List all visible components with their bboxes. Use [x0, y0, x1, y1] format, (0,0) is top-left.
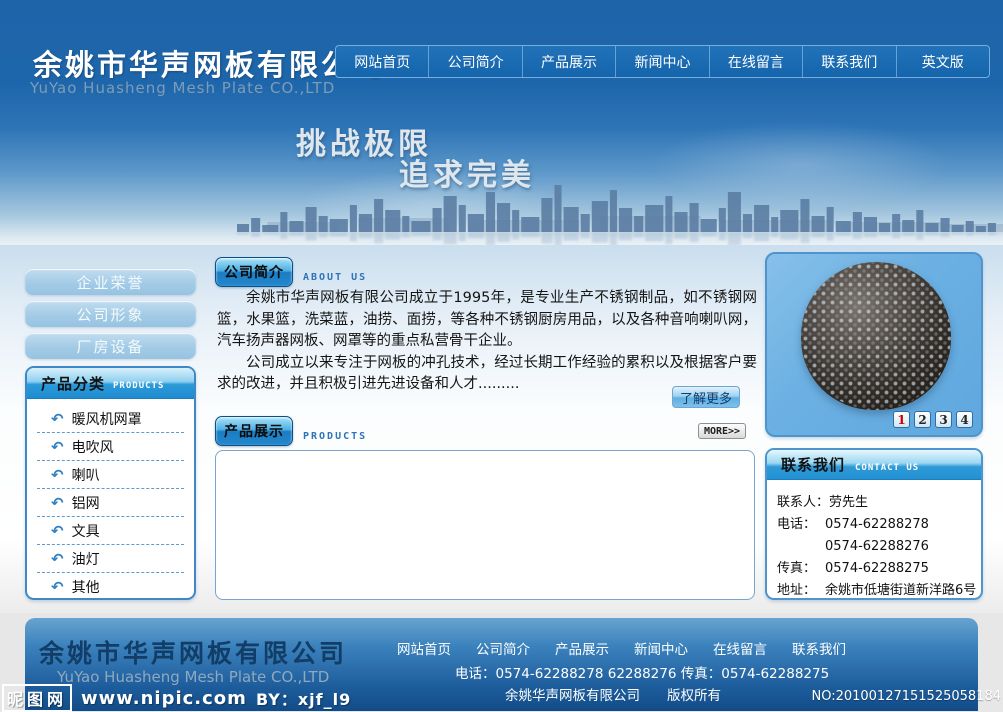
product-category-item[interactable]: ↶ 油灯 — [37, 545, 184, 573]
contact-line-label: 传真： — [777, 558, 825, 580]
footer-nav-item[interactable]: 在线留言 — [713, 638, 767, 658]
page: 余姚市华声网板有限公司 YuYao Huasheng Mesh Plate CO… — [0, 0, 1003, 711]
product-category-label: 油灯 — [72, 549, 100, 569]
product-category-label: 电吹风 — [72, 437, 114, 457]
footer-serial-number: NO:20100127151525058184 — [811, 689, 1001, 704]
footer-nav-item[interactable]: 联系我们 — [792, 638, 846, 658]
footer-copyright: 余姚华声网板有限公司 版权所有 — [505, 684, 721, 704]
product-category-label: 铝网 — [72, 493, 100, 513]
product-category-item[interactable]: ↶ 文具 — [37, 517, 184, 545]
contact-line-label: 电话： — [777, 514, 825, 536]
product-image-mesh-dome — [801, 262, 951, 410]
contact-line: 电话：0574-62288278 — [777, 514, 975, 536]
site-watermark: 昵图网 www.nipic.com BY：xjf_l9 — [2, 684, 351, 712]
product-category-title: 产品分类 — [41, 373, 105, 394]
curved-arrow-icon: ↶ — [51, 494, 64, 512]
company-intro-paragraph1: 余姚市华声网板有限公司成立于1995年，是专业生产不锈钢制品，如不锈钢网篮，水果… — [217, 288, 757, 353]
contact-line-value: 0574-62288278 — [825, 517, 929, 532]
product-category-item[interactable]: ↶ 喇叭 — [37, 461, 184, 489]
company-intro-text: 余姚市华声网板有限公司成立于1995年，是专业生产不锈钢制品，如不锈钢网篮，水果… — [217, 288, 757, 396]
product-category-item[interactable]: ↶ 暖风机网罩 — [37, 405, 184, 433]
contact-line-value: 劳先生 — [829, 495, 868, 510]
product-category-label: 其他 — [72, 577, 100, 597]
products-display-box — [215, 450, 755, 600]
contact-line-value: 余姚市低塘街道新洋路6号 — [825, 583, 976, 598]
contact-line-value: 0574-62288276 — [825, 539, 929, 554]
gallery-pagination: 1234 — [893, 411, 973, 428]
gallery-page-button[interactable]: 1 — [893, 411, 910, 428]
nav-item[interactable]: 在线留言 — [709, 46, 802, 77]
curved-arrow-icon: ↶ — [51, 550, 64, 568]
footer-navigation: 网站首页 公司简介 产品展示 新闻中心 在线留言 联系我们 — [397, 638, 846, 658]
curved-arrow-icon: ↶ — [51, 438, 64, 456]
company-logo-en: YuYao Huasheng Mesh Plate CO.,LTD — [30, 79, 335, 97]
products-section-button[interactable]: 产品展示 — [215, 416, 293, 446]
contact-panel-header: 联系我们 CONTACT US — [767, 450, 981, 480]
nav-item[interactable]: 公司简介 — [428, 46, 521, 77]
footer-nav-item[interactable]: 新闻中心 — [634, 638, 688, 658]
curved-arrow-icon: ↶ — [51, 466, 64, 484]
watermark-site-url: www.nipic.com — [81, 688, 247, 709]
contact-line: 地址：余姚市低塘街道新洋路6号 — [777, 580, 975, 600]
nav-item[interactable]: 联系我们 — [802, 46, 895, 77]
contact-line-label: 地址： — [777, 580, 825, 600]
learn-more-button[interactable]: 了解更多 — [672, 386, 740, 408]
gallery-page-button[interactable]: 4 — [956, 411, 973, 428]
product-category-label: 文具 — [72, 521, 100, 541]
contact-panel: 联系我们 CONTACT US 联系人：劳先生 电话：0574-62288278… — [765, 448, 983, 600]
product-gallery-panel: 1234 — [765, 252, 983, 437]
nav-item[interactable]: 网站首页 — [336, 46, 428, 77]
nav-item[interactable]: 英文版 — [896, 46, 989, 77]
main-navigation: 网站首页公司简介产品展示新闻中心在线留言联系我们英文版 — [335, 45, 990, 78]
contact-line: 联系人：劳先生 — [777, 492, 975, 514]
product-category-list: ↶ 暖风机网罩 ↶ 电吹风 ↶ 喇叭 ↶ 铝网 ↶ 文具 ↶ 油灯 ↶ 其他 — [27, 399, 194, 600]
sidebar-button-honor[interactable]: 企业荣誉 — [25, 269, 196, 295]
nav-item[interactable]: 新闻中心 — [615, 46, 708, 77]
product-category-label: 暖风机网罩 — [72, 409, 142, 429]
contact-line: 传真：0574-62288275 — [777, 558, 975, 580]
sidebar-button-image[interactable]: 公司形象 — [25, 301, 196, 327]
curved-arrow-icon: ↶ — [51, 578, 64, 596]
sidebar-button-equipment[interactable]: 厂房设备 — [25, 333, 196, 359]
footer-phone-line: 电话：0574-62288278 62288276 传真：0574-622882… — [455, 662, 829, 682]
product-category-label: 喇叭 — [72, 465, 100, 485]
product-category-item[interactable]: ↶ 其他 — [37, 573, 184, 600]
product-category-header: 产品分类 PRODUCTS — [27, 368, 194, 399]
footer-nav-item[interactable]: 公司简介 — [476, 638, 530, 658]
curved-arrow-icon: ↶ — [51, 522, 64, 540]
about-section-button[interactable]: 公司简介 — [215, 257, 293, 287]
product-category-panel: 产品分类 PRODUCTS ↶ 暖风机网罩 ↶ 电吹风 ↶ 喇叭 ↶ 铝网 ↶ … — [25, 366, 196, 600]
contact-details: 联系人：劳先生 电话：0574-62288278 0574-62288276 传… — [767, 480, 981, 600]
footer-nav-item[interactable]: 产品展示 — [555, 638, 609, 658]
gallery-page-button[interactable]: 2 — [914, 411, 931, 428]
city-skyline-reflection — [237, 232, 1003, 245]
watermark-author: BY：xjf_l9 — [256, 686, 351, 710]
contact-line-value: 0574-62288275 — [825, 561, 929, 576]
curved-arrow-icon: ↶ — [51, 410, 64, 428]
watermark-site-name: 昵图网 — [2, 684, 72, 712]
contact-title: 联系我们 — [781, 454, 845, 475]
product-category-title-en: PRODUCTS — [113, 381, 164, 391]
about-section-label-en: ABOUT US — [303, 272, 367, 283]
footer-nav-item[interactable]: 网站首页 — [397, 638, 451, 658]
products-section-label-en: PRODUCTS — [303, 431, 367, 442]
contact-title-en: CONTACT US — [855, 463, 919, 473]
contact-line-label: 联系人： — [777, 492, 829, 514]
product-category-item[interactable]: ↶ 电吹风 — [37, 433, 184, 461]
header-banner: 余姚市华声网板有限公司 YuYao Huasheng Mesh Plate CO… — [0, 0, 1003, 245]
nav-item[interactable]: 产品展示 — [522, 46, 615, 77]
company-logo-cn: 余姚市华声网板有限公司 — [33, 42, 385, 84]
footer-company-name-cn: 余姚市华声网板有限公司 — [39, 634, 347, 670]
contact-line: 0574-62288276 — [777, 536, 975, 558]
gallery-page-button[interactable]: 3 — [935, 411, 952, 428]
city-skyline-illustration — [237, 168, 1003, 232]
product-category-item[interactable]: ↶ 铝网 — [37, 489, 184, 517]
products-more-button[interactable]: MORE>> — [698, 423, 746, 439]
